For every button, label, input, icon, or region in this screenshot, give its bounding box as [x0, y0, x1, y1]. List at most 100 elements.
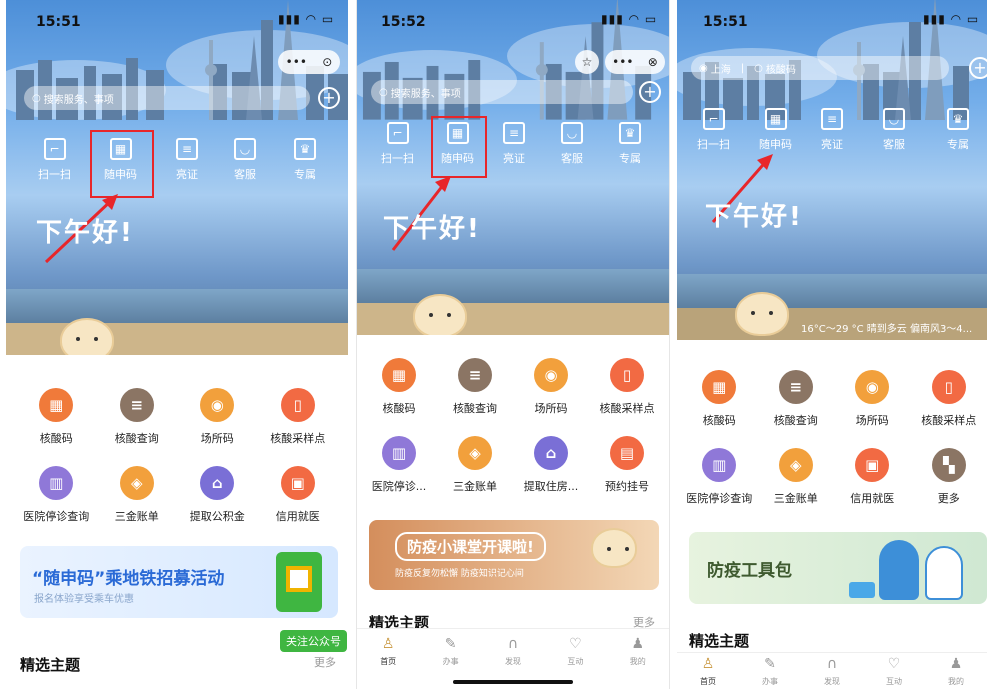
- home-icon: ♙: [701, 656, 715, 672]
- document-icon: ≡: [119, 388, 154, 422]
- promo-banner[interactable]: 防疫小课堂开课啦! 防疫反复勿松懈 防疫知识记心间: [369, 520, 659, 590]
- service-label: 场所码: [534, 402, 568, 415]
- more-link[interactable]: 更多: [314, 654, 336, 670]
- service-label: 三金账单: [114, 510, 159, 523]
- service-item[interactable]: ≡ 核酸查询: [758, 370, 835, 428]
- service-item[interactable]: ▯ 核酸采样点: [589, 358, 665, 416]
- service-item[interactable]: ▚ 更多: [911, 448, 987, 506]
- tab-label: 互动: [886, 677, 902, 686]
- service-item[interactable]: ▦ 核酸码: [16, 388, 97, 446]
- tab-label: 办事: [762, 677, 778, 686]
- tab-services[interactable]: ✎ 办事: [431, 635, 471, 680]
- promo-banner[interactable]: “随申码”乘地铁招募活动 报名体验享受乘车优惠: [20, 546, 338, 618]
- service-item[interactable]: ◉ 场所码: [834, 370, 911, 428]
- tab-interact[interactable]: ♡ 互动: [555, 635, 595, 680]
- service-label: 三金账单: [453, 480, 497, 493]
- brush-icon: ✎: [764, 656, 776, 672]
- greeting-text: 下午好!: [36, 218, 134, 248]
- service-label: 医院停诊...: [371, 480, 427, 493]
- service-item[interactable]: ⌂ 提取公积金: [177, 466, 258, 524]
- service-item[interactable]: ◉ 场所码: [177, 388, 258, 446]
- banner-subtitle: 防疫反复勿松懈 防疫知识记心间: [395, 569, 524, 579]
- service-item[interactable]: ▦ 核酸码: [681, 370, 758, 428]
- annotation-arrow: [44, 194, 118, 264]
- service-label: 信用就医: [275, 510, 320, 523]
- service-label: 医院停诊查询: [23, 510, 90, 523]
- phone-screen-2: 15:52 ▮▮▮ ◠ ▭ ☆ ••• ⊗ ○ 搜索服务、事项 + ⌐ 扫一扫 …: [356, 0, 670, 689]
- tab-discover[interactable]: ∩ 发现: [493, 635, 533, 680]
- service-item[interactable]: ◈ 三金账单: [97, 466, 178, 524]
- service-item[interactable]: ▯ 核酸采样点: [911, 370, 987, 428]
- service-label: 核酸采样点: [599, 402, 655, 415]
- promo-banner[interactable]: 防疫工具包: [689, 532, 987, 604]
- service-item[interactable]: ◈ 三金账单: [758, 448, 835, 506]
- tab-label: 首页: [700, 677, 716, 686]
- service-item[interactable]: ▥ 医院停诊查询: [681, 448, 758, 506]
- medical-staff-illustration: [925, 546, 963, 600]
- service-label: 核酸采样点: [270, 432, 326, 445]
- more-grid-icon: ▚: [931, 448, 966, 482]
- tab-home[interactable]: ♙ 首页: [688, 655, 728, 689]
- tab-interact[interactable]: ♡ 互动: [874, 655, 914, 689]
- service-grid: ▦ 核酸码 ≡ 核酸查询 ◉ 场所码 ▯ 核酸采样点 ▥ 医院停诊查询 ◈ 三金账单 ▣ 信用…: [681, 370, 987, 506]
- service-item[interactable]: ◈ 三金账单: [437, 436, 513, 494]
- qr-code-icon: ▦: [382, 358, 416, 392]
- service-item[interactable]: ▣ 信用就医: [258, 466, 339, 524]
- bill-icon: ◈: [458, 436, 492, 470]
- person-icon: ♟: [631, 636, 645, 652]
- service-label: 核酸码: [382, 402, 416, 415]
- service-item[interactable]: ▦ 核酸码: [361, 358, 437, 416]
- phone-medical-icon: ▣: [855, 448, 890, 482]
- hero-banner: 15:51 ▮▮▮ ◠ ▭ ••• ⊙ ○ 搜索服务、事项 + ⌐ 扫一扫 ▦ …: [6, 0, 348, 355]
- bill-icon: ◈: [778, 448, 813, 482]
- service-item[interactable]: ▥ 医院停诊查询: [16, 466, 97, 524]
- service-item[interactable]: ▣ 信用就医: [834, 448, 911, 506]
- service-label: 三金账单: [773, 492, 818, 505]
- service-item[interactable]: ◉ 场所码: [513, 358, 589, 416]
- annotation-arrow: [391, 176, 451, 251]
- follow-account-button[interactable]: 关注公众号: [280, 630, 347, 652]
- qr-code-icon: ▦: [702, 370, 737, 404]
- service-item[interactable]: ▤ 预约挂号: [589, 436, 665, 494]
- calendar-icon: ▤: [610, 436, 644, 470]
- house-fund-icon: ⌂: [200, 466, 235, 500]
- service-item[interactable]: ▥ 医院停诊...: [361, 436, 437, 494]
- banner-title: “随申码”乘地铁招募活动: [32, 569, 225, 589]
- bottom-tab-bar: ♙ 首页 ✎ 办事 ∩ 发现 ♡ 互动 ♟ 我的: [677, 652, 987, 689]
- service-label: 核酸查询: [114, 432, 159, 445]
- tab-mine[interactable]: ♟ 我的: [618, 635, 658, 680]
- gate-icon: ∩: [826, 656, 838, 672]
- test-tube-icon: ▯: [280, 388, 315, 422]
- tab-label: 发现: [824, 677, 840, 686]
- tab-label: 互动: [567, 657, 584, 666]
- service-label: 场所码: [855, 414, 889, 427]
- heart-icon: ♡: [569, 636, 582, 652]
- service-label: 核酸码: [39, 432, 73, 445]
- section-title: 精选主题: [689, 632, 750, 650]
- tab-home[interactable]: ♙ 首页: [368, 635, 408, 680]
- banner-subtitle: 报名体验享受乘车优惠: [34, 594, 134, 605]
- tab-discover[interactable]: ∩ 发现: [812, 655, 852, 689]
- tab-services[interactable]: ✎ 办事: [750, 655, 790, 689]
- heart-icon: ♡: [887, 656, 901, 672]
- annotation-arrow: [711, 154, 773, 223]
- home-indicator[interactable]: [453, 680, 573, 684]
- service-label: 核酸采样点: [921, 414, 977, 427]
- service-item[interactable]: ≡ 核酸查询: [97, 388, 178, 446]
- service-item[interactable]: ⌂ 提取住房...: [513, 436, 589, 494]
- screenshot-collage: 15:51 ▮▮▮ ◠ ▭ ••• ⊙ ○ 搜索服务、事项 + ⌐ 扫一扫 ▦ …: [0, 0, 987, 689]
- document-icon: ≡: [458, 358, 492, 392]
- service-item[interactable]: ▯ 核酸采样点: [258, 388, 339, 446]
- service-item[interactable]: ≡ 核酸查询: [437, 358, 513, 416]
- section-title: 精选主题: [20, 656, 81, 674]
- banner-title: 防疫小课堂开课啦!: [395, 532, 546, 561]
- service-label: 医院停诊查询: [686, 492, 753, 505]
- service-label: 更多: [937, 492, 960, 505]
- hero-banner: 16°C～29 °C 晴到多云 偏南风3～4... 15:51 ▮▮▮ ◠ ▭ …: [677, 0, 987, 340]
- service-label: 信用就医: [850, 492, 895, 505]
- banner-title: 防疫工具包: [707, 561, 792, 581]
- hero-banner: 15:52 ▮▮▮ ◠ ▭ ☆ ••• ⊗ ○ 搜索服务、事项 + ⌐ 扫一扫 …: [357, 0, 669, 335]
- phone-qr-illustration: [276, 552, 322, 612]
- greeting-text: 下午好!: [383, 214, 481, 244]
- tab-mine[interactable]: ♟ 我的: [936, 655, 976, 689]
